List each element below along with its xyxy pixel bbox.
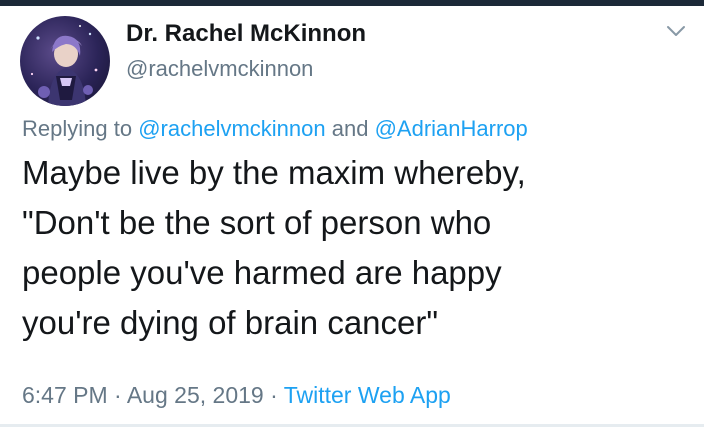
tweet-text-line: Maybe live by the maxim whereby, xyxy=(22,154,526,191)
user-handle[interactable]: @rachelvmckinnon xyxy=(126,56,313,82)
replying-to-joiner: and xyxy=(331,116,369,141)
tweet-text: Maybe live by the maxim whereby, "Don't … xyxy=(22,148,682,348)
top-bar xyxy=(0,0,704,6)
tweet-text-line: "Don't be the sort of person who xyxy=(22,204,492,241)
meta-separator: · xyxy=(270,382,278,408)
replying-to: Replying to @rachelvmckinnon and @Adrian… xyxy=(22,116,528,142)
tweet-meta: 6:47 PM · Aug 25, 2019 · Twitter Web App xyxy=(22,382,451,409)
avatar[interactable] xyxy=(20,16,110,106)
replying-to-label: Replying to xyxy=(22,116,133,141)
avatar-illustration xyxy=(30,25,98,106)
tweet-date[interactable]: Aug 25, 2019 xyxy=(127,382,264,408)
mention-link[interactable]: @rachelvmckinnon xyxy=(138,116,325,141)
tweet-time[interactable]: 6:47 PM xyxy=(22,382,108,408)
mention-link[interactable]: @AdrianHarrop xyxy=(375,116,528,141)
display-name[interactable]: Dr. Rachel McKinnon xyxy=(126,20,366,48)
tweet-card: Dr. Rachel McKinnon @rachelvmckinnon Rep… xyxy=(0,0,704,427)
tweet-text-line: people you've harmed are happy xyxy=(22,254,502,291)
tweet-source-link[interactable]: Twitter Web App xyxy=(284,382,451,408)
chevron-down-icon[interactable] xyxy=(664,22,688,40)
tweet-text-line: you're dying of brain cancer" xyxy=(22,304,439,341)
meta-separator: · xyxy=(114,382,122,408)
